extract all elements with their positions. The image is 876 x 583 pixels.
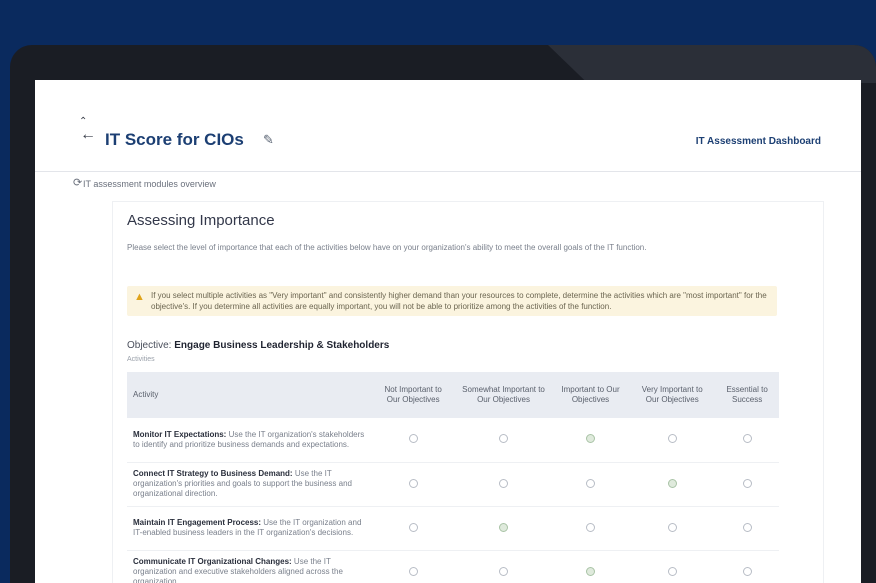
pencil-icon[interactable]: ✎	[263, 132, 274, 148]
radio-very-important[interactable]	[667, 522, 677, 532]
activity-cell: Maintain IT Engagement Process: Use the …	[127, 506, 371, 551]
radio-somewhat-important[interactable]	[499, 434, 509, 444]
objective-heading: Objective: Engage Business Leadership & …	[127, 340, 389, 351]
column-header: Somewhat Important to Our Objectives	[455, 372, 552, 418]
table-row: Communicate IT Organizational Changes: U…	[127, 550, 779, 583]
radio-important[interactable]	[585, 522, 595, 532]
section-description: Please select the level of importance th…	[127, 243, 647, 252]
activity-title: Maintain IT Engagement Process:	[133, 518, 262, 527]
activity-cell: Monitor IT Expectations: Use the IT orga…	[127, 418, 371, 463]
radio-not-important[interactable]	[408, 434, 418, 444]
app-screen: ⌃ ← IT Score for CIOs ✎ IT Assessment Da…	[35, 80, 861, 583]
warning-icon: ▲	[134, 291, 145, 303]
activity-title: Connect IT Strategy to Business Demand:	[133, 469, 293, 478]
radio-important[interactable]	[585, 566, 595, 576]
table-row: Maintain IT Engagement Process: Use the …	[127, 506, 779, 551]
radio-very-important[interactable]	[667, 566, 677, 576]
dashboard-link[interactable]: IT Assessment Dashboard	[696, 136, 821, 147]
back-arrow-icon[interactable]: ←	[77, 124, 99, 146]
assessment-panel: Assessing Importance Please select the l…	[113, 202, 823, 583]
tablet-frame-highlight	[548, 45, 876, 83]
radio-essential[interactable]	[742, 434, 752, 444]
radio-not-important[interactable]	[408, 566, 418, 576]
column-header: Important to Our Objectives	[551, 372, 630, 418]
activity-cell: Connect IT Strategy to Business Demand: …	[127, 462, 371, 507]
radio-very-important[interactable]	[667, 434, 677, 444]
radio-essential[interactable]	[742, 566, 752, 576]
alert-text: If you select multiple activities as "Ve…	[151, 291, 767, 311]
warning-alert: ▲ If you select multiple activities as "…	[127, 286, 777, 316]
radio-important[interactable]	[585, 478, 595, 488]
radio-not-important[interactable]	[408, 478, 418, 488]
breadcrumb[interactable]: IT assessment modules overview	[35, 172, 861, 196]
matrix-header-row: Activity Not Important to Our Objectives…	[127, 372, 779, 418]
column-header: Activity	[127, 372, 371, 418]
activity-title: Monitor IT Expectations:	[133, 429, 227, 439]
activity-title: Communicate IT Organizational Changes:	[133, 557, 292, 566]
radio-important[interactable]	[585, 434, 595, 444]
radio-essential[interactable]	[742, 522, 752, 532]
radio-somewhat-important[interactable]	[499, 478, 509, 488]
radio-very-important[interactable]	[667, 478, 677, 488]
radio-essential[interactable]	[742, 478, 752, 488]
radio-not-important[interactable]	[408, 522, 418, 532]
objective-name: Engage Business Leadership & Stakeholder…	[174, 340, 390, 351]
page-title: IT Score for CIOs	[105, 130, 244, 149]
objective-note: Activities	[127, 356, 155, 363]
column-header: Essential to Success	[715, 372, 779, 418]
importance-matrix: Activity Not Important to Our Objectives…	[127, 372, 779, 583]
column-header: Very Important to Our Objectives	[629, 372, 716, 418]
section-title: Assessing Importance	[127, 212, 275, 229]
objective-prefix: Objective:	[127, 340, 172, 351]
app-header: ⌃ ← IT Score for CIOs ✎ IT Assessment Da…	[35, 80, 861, 172]
table-row: Connect IT Strategy to Business Demand: …	[127, 462, 779, 507]
column-header: Not Important to Our Objectives	[371, 372, 456, 418]
activity-cell: Communicate IT Organizational Changes: U…	[127, 550, 371, 583]
radio-somewhat-important[interactable]	[499, 566, 509, 576]
radio-somewhat-important[interactable]	[499, 522, 509, 532]
table-row: Monitor IT Expectations: Use the IT orga…	[127, 418, 779, 463]
